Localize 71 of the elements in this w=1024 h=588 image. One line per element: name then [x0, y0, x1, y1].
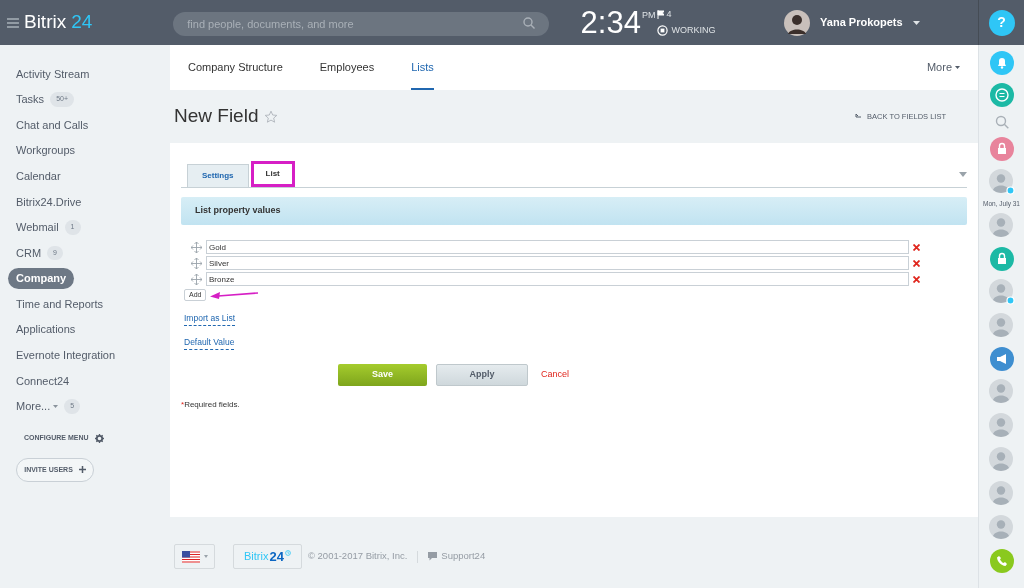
footer-logo: Bitrix24 — [233, 544, 302, 569]
more-menu[interactable]: More — [926, 59, 952, 76]
logo-number: 24 — [71, 10, 93, 35]
drag-handle-icon[interactable] — [191, 273, 202, 285]
page-title: New Field — [174, 104, 259, 129]
flag-count: 4 — [666, 8, 672, 21]
caret-icon[interactable] — [53, 405, 59, 408]
plus-icon — [78, 466, 86, 474]
sidebar-item[interactable]: Webmail — [16, 219, 59, 236]
logo-text: Bitrix — [23, 10, 67, 35]
caret-icon[interactable] — [955, 66, 960, 69]
sidebar-item[interactable]: Chat and Calls — [16, 116, 89, 134]
work-status: WORKING — [671, 23, 716, 37]
caret-icon — [203, 555, 208, 558]
delete-icon[interactable] — [913, 275, 920, 283]
drag-handle-icon[interactable] — [191, 241, 202, 253]
cancel-button[interactable]: Cancel — [541, 367, 569, 382]
nav-tab[interactable]: Company Structure — [188, 45, 283, 90]
sidebar-item[interactable]: Tasks — [16, 91, 45, 108]
delete-icon[interactable] — [913, 243, 920, 251]
sidebar-item[interactable]: Activity Stream — [16, 65, 90, 83]
nav-tab[interactable]: Employees — [319, 45, 375, 90]
sidebar-item[interactable]: More... — [16, 398, 51, 415]
chat-icon[interactable] — [989, 83, 1014, 107]
sidebar-item[interactable]: Connect24 — [16, 372, 70, 390]
flag-icon — [181, 550, 200, 563]
arrow-annotation — [210, 290, 259, 300]
sidebar-item[interactable]: CRM — [16, 244, 42, 262]
lock-icon[interactable] — [989, 246, 1014, 271]
value-input[interactable]: Bronze — [206, 272, 909, 286]
value-input[interactable]: Silver — [206, 256, 909, 270]
user-name[interactable]: Yana Prokopets — [820, 14, 903, 31]
clock-icon — [284, 550, 291, 556]
search-icon[interactable] — [522, 16, 535, 29]
language-selector[interactable] — [174, 544, 215, 569]
copyright-text: © 2001-2017 Bitrix, Inc. — [307, 549, 408, 564]
search-icon[interactable] — [994, 115, 1009, 129]
nav-tab[interactable]: Lists — [411, 45, 434, 90]
sidebar-item[interactable]: Workgroups — [16, 142, 76, 159]
sidebar-item[interactable]: Time and Reports — [16, 295, 104, 313]
value-input[interactable]: Gold — [206, 240, 909, 254]
clock-ampm: PM — [641, 9, 656, 22]
sidebar-item[interactable]: Applications — [16, 321, 76, 338]
sidebar-item[interactable]: Evernote Integration — [16, 347, 116, 364]
menu-icon[interactable] — [7, 17, 19, 28]
phone-icon[interactable] — [989, 548, 1014, 573]
delete-icon[interactable] — [913, 259, 920, 267]
section-header: List property values — [181, 197, 967, 225]
search-field[interactable]: find people, documents, and more — [173, 11, 549, 36]
avatar[interactable] — [784, 9, 811, 36]
clock-time: 2:34 — [580, 7, 641, 38]
sidebar-item[interactable]: Company — [8, 268, 75, 289]
link[interactable]: Import as List — [184, 312, 236, 326]
required-mark: * — [181, 398, 185, 411]
sidebar-item[interactable]: Calendar — [16, 167, 61, 185]
caret-icon[interactable] — [912, 20, 920, 25]
bell-icon[interactable] — [989, 51, 1014, 75]
link[interactable]: Default Value — [184, 335, 235, 350]
apply-button[interactable]: Apply — [436, 363, 528, 386]
drag-handle-icon[interactable] — [191, 257, 202, 269]
stop-icon[interactable] — [656, 24, 668, 36]
sidebar-item[interactable]: Bitrix24.Drive — [16, 193, 82, 210]
megaphone-icon[interactable] — [989, 346, 1014, 371]
gear-icon[interactable] — [94, 434, 104, 444]
form-tab[interactable]: List — [250, 161, 295, 187]
chat-icon[interactable] — [428, 552, 438, 561]
form-tab[interactable]: Settings — [187, 164, 249, 187]
lock-icon[interactable] — [989, 137, 1014, 161]
flag-icon[interactable] — [656, 10, 664, 20]
required-note: Required fields. — [184, 398, 240, 411]
star-icon[interactable] — [264, 109, 279, 124]
